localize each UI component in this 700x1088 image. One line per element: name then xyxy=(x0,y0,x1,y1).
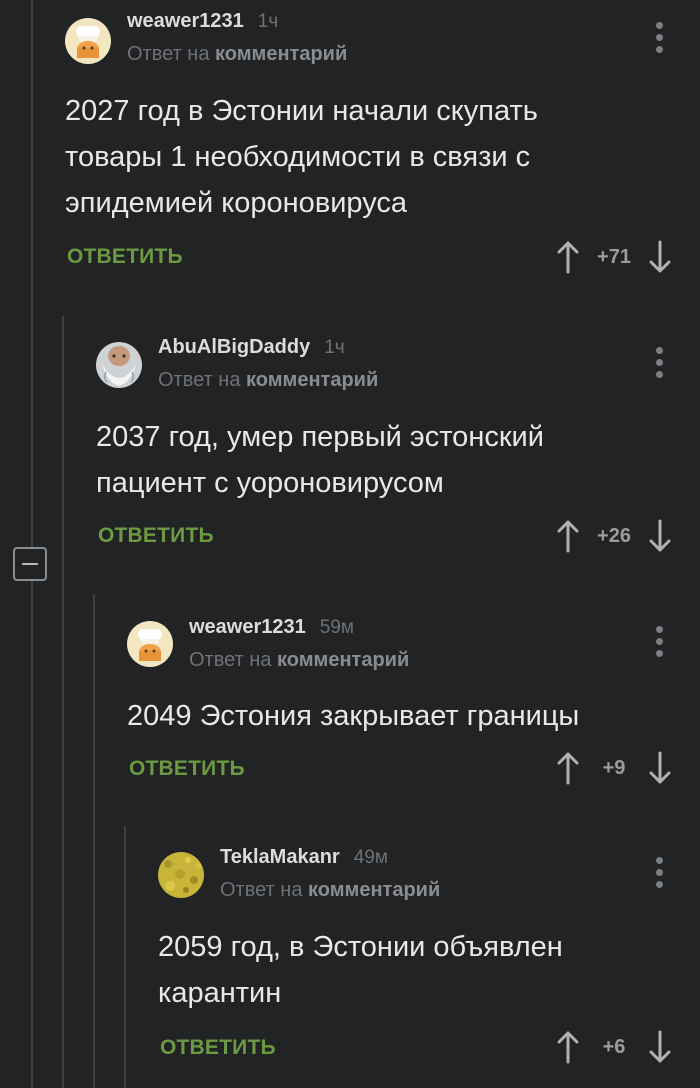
thread-line-level-3 xyxy=(124,826,126,1088)
vote-controls: +71 xyxy=(554,237,674,277)
timestamp: 1ч xyxy=(257,11,279,32)
more-vertical-icon[interactable] xyxy=(649,346,669,380)
username[interactable]: weawer1231 59м xyxy=(189,616,354,639)
avatar[interactable] xyxy=(65,18,111,64)
reply-button[interactable]: ОТВЕТИТЬ xyxy=(129,757,245,781)
thread-line-level-1 xyxy=(62,316,64,1088)
reply-button[interactable]: ОТВЕТИТЬ xyxy=(67,245,183,269)
reply-target: комментарий xyxy=(277,649,410,671)
arrow-up-icon[interactable] xyxy=(554,239,582,275)
score: +26 xyxy=(597,524,631,547)
more-vertical-icon[interactable] xyxy=(649,856,669,890)
comment: TeklaMakanr 49м Ответ на комментарий 2059… xyxy=(158,830,700,1088)
thread-line-level-0 xyxy=(31,0,33,1088)
reply-prefix: Ответ на xyxy=(189,649,272,671)
comment-text: 2027 год в Эстонии начали скупать товары… xyxy=(65,95,538,219)
reply-button[interactable]: ОТВЕТИТЬ xyxy=(160,1036,276,1060)
reply-target: комментарий xyxy=(246,369,379,391)
vote-controls: +6 xyxy=(554,1027,674,1067)
comment: AbuAlBigDaddy 1ч Ответ на комментарий 203… xyxy=(96,320,700,580)
yellow-texture-avatar-icon xyxy=(158,852,204,898)
vote-controls: +9 xyxy=(554,748,674,788)
reply-prefix: Ответ на xyxy=(220,879,303,901)
bearded-man-avatar-icon xyxy=(96,342,142,388)
reply-to-link[interactable]: Ответ на комментарий xyxy=(127,43,347,66)
comment: weawer1231 59м Ответ на комментарий 2049 … xyxy=(127,600,700,820)
reply-to-link[interactable]: Ответ на комментарий xyxy=(189,649,409,672)
avatar[interactable] xyxy=(127,621,173,667)
thread-line-level-2 xyxy=(93,594,95,1088)
comment-text: 2037 год, умер первый эстонский пациент … xyxy=(96,421,544,499)
timestamp: 49м xyxy=(353,847,388,868)
score: +71 xyxy=(597,245,631,268)
comment: weawer1231 1ч Ответ на комментарий 2027 г… xyxy=(65,0,700,300)
arrow-down-icon[interactable] xyxy=(646,1029,674,1065)
vote-controls: +26 xyxy=(554,516,674,556)
avatar[interactable] xyxy=(158,852,204,898)
arrow-down-icon[interactable] xyxy=(646,239,674,275)
username[interactable]: weawer1231 1ч xyxy=(127,10,278,33)
timestamp: 59м xyxy=(319,617,354,638)
chef-cake-avatar-icon xyxy=(65,18,111,64)
arrow-up-icon[interactable] xyxy=(554,750,582,786)
minus-icon xyxy=(22,563,38,565)
comment-text: 2049 Эстония закрывает границы xyxy=(127,700,580,732)
username[interactable]: AbuAlBigDaddy 1ч xyxy=(158,336,345,359)
chef-cake-avatar-icon xyxy=(127,621,173,667)
timestamp: 1ч xyxy=(324,337,345,358)
score: +6 xyxy=(602,1035,626,1058)
arrow-up-icon[interactable] xyxy=(554,1029,582,1065)
more-vertical-icon[interactable] xyxy=(649,625,669,659)
username[interactable]: TeklaMakanr 49м xyxy=(220,846,388,869)
score: +9 xyxy=(602,756,626,779)
reply-target: комментарий xyxy=(308,879,441,901)
reply-to-link[interactable]: Ответ на комментарий xyxy=(158,369,378,392)
comment-text: 2059 год, в Эстонии объявлен карантин xyxy=(158,931,563,1009)
reply-to-link[interactable]: Ответ на комментарий xyxy=(220,879,440,902)
arrow-up-icon[interactable] xyxy=(554,518,582,554)
avatar[interactable] xyxy=(96,342,142,388)
collapse-thread-button[interactable] xyxy=(13,547,47,581)
arrow-down-icon[interactable] xyxy=(646,750,674,786)
reply-target: комментарий xyxy=(215,43,348,65)
reply-button[interactable]: ОТВЕТИТЬ xyxy=(98,524,214,548)
reply-prefix: Ответ на xyxy=(127,43,210,65)
arrow-down-icon[interactable] xyxy=(646,518,674,554)
more-vertical-icon[interactable] xyxy=(649,21,669,55)
reply-prefix: Ответ на xyxy=(158,369,241,391)
